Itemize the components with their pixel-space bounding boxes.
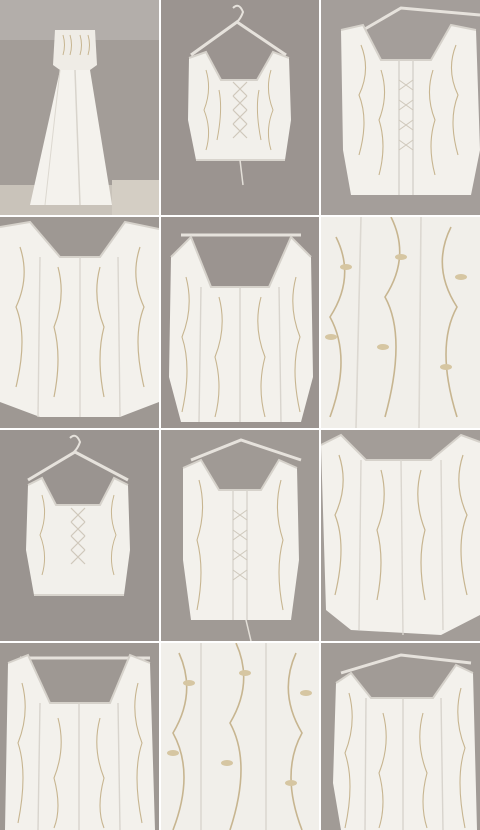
photo-bodice-front-lace-up[interactable] [161,0,319,215]
photo-bodice-front-angled[interactable] [321,643,480,830]
photo-bodice-back-hanger[interactable] [161,430,319,641]
photo-embroidery-detail-2[interactable] [161,643,319,830]
photo-gown-full-length[interactable] [0,0,159,215]
photo-bodice-back-straps[interactable] [0,643,159,830]
photo-bodice-front-close[interactable] [0,217,159,428]
photo-bodice-back-close[interactable] [321,0,480,215]
photo-bodice-side-close[interactable] [321,430,480,641]
photo-bodice-lace-up-hanger[interactable] [0,430,159,641]
photo-bodice-front-straps[interactable] [161,217,319,428]
photo-embroidery-detail[interactable] [321,217,480,428]
photo-gallery-grid [0,0,480,830]
